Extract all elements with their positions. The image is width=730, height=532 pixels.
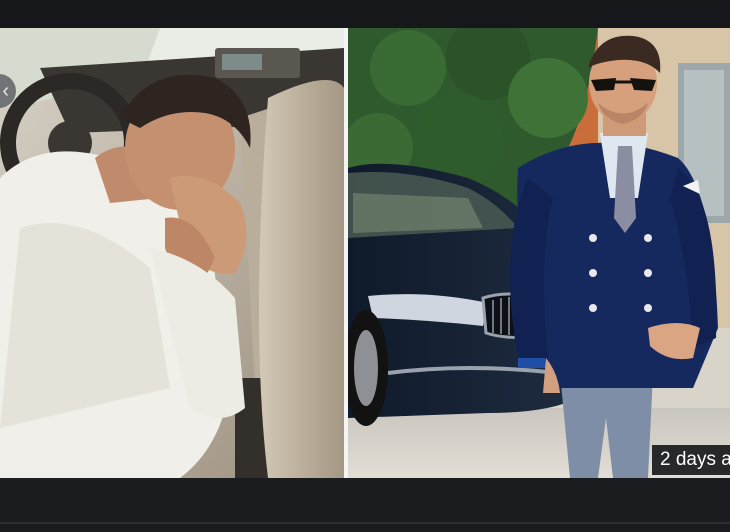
image-viewer: ‹ 2 days a: [0, 0, 730, 532]
top-bar: [0, 0, 730, 28]
timestamp-overlay: 2 days a: [652, 445, 730, 475]
left-photo: ‹: [0, 28, 344, 478]
right-photo: [348, 28, 730, 478]
photo-collage: ‹: [0, 28, 730, 478]
bottom-divider: [0, 522, 730, 524]
